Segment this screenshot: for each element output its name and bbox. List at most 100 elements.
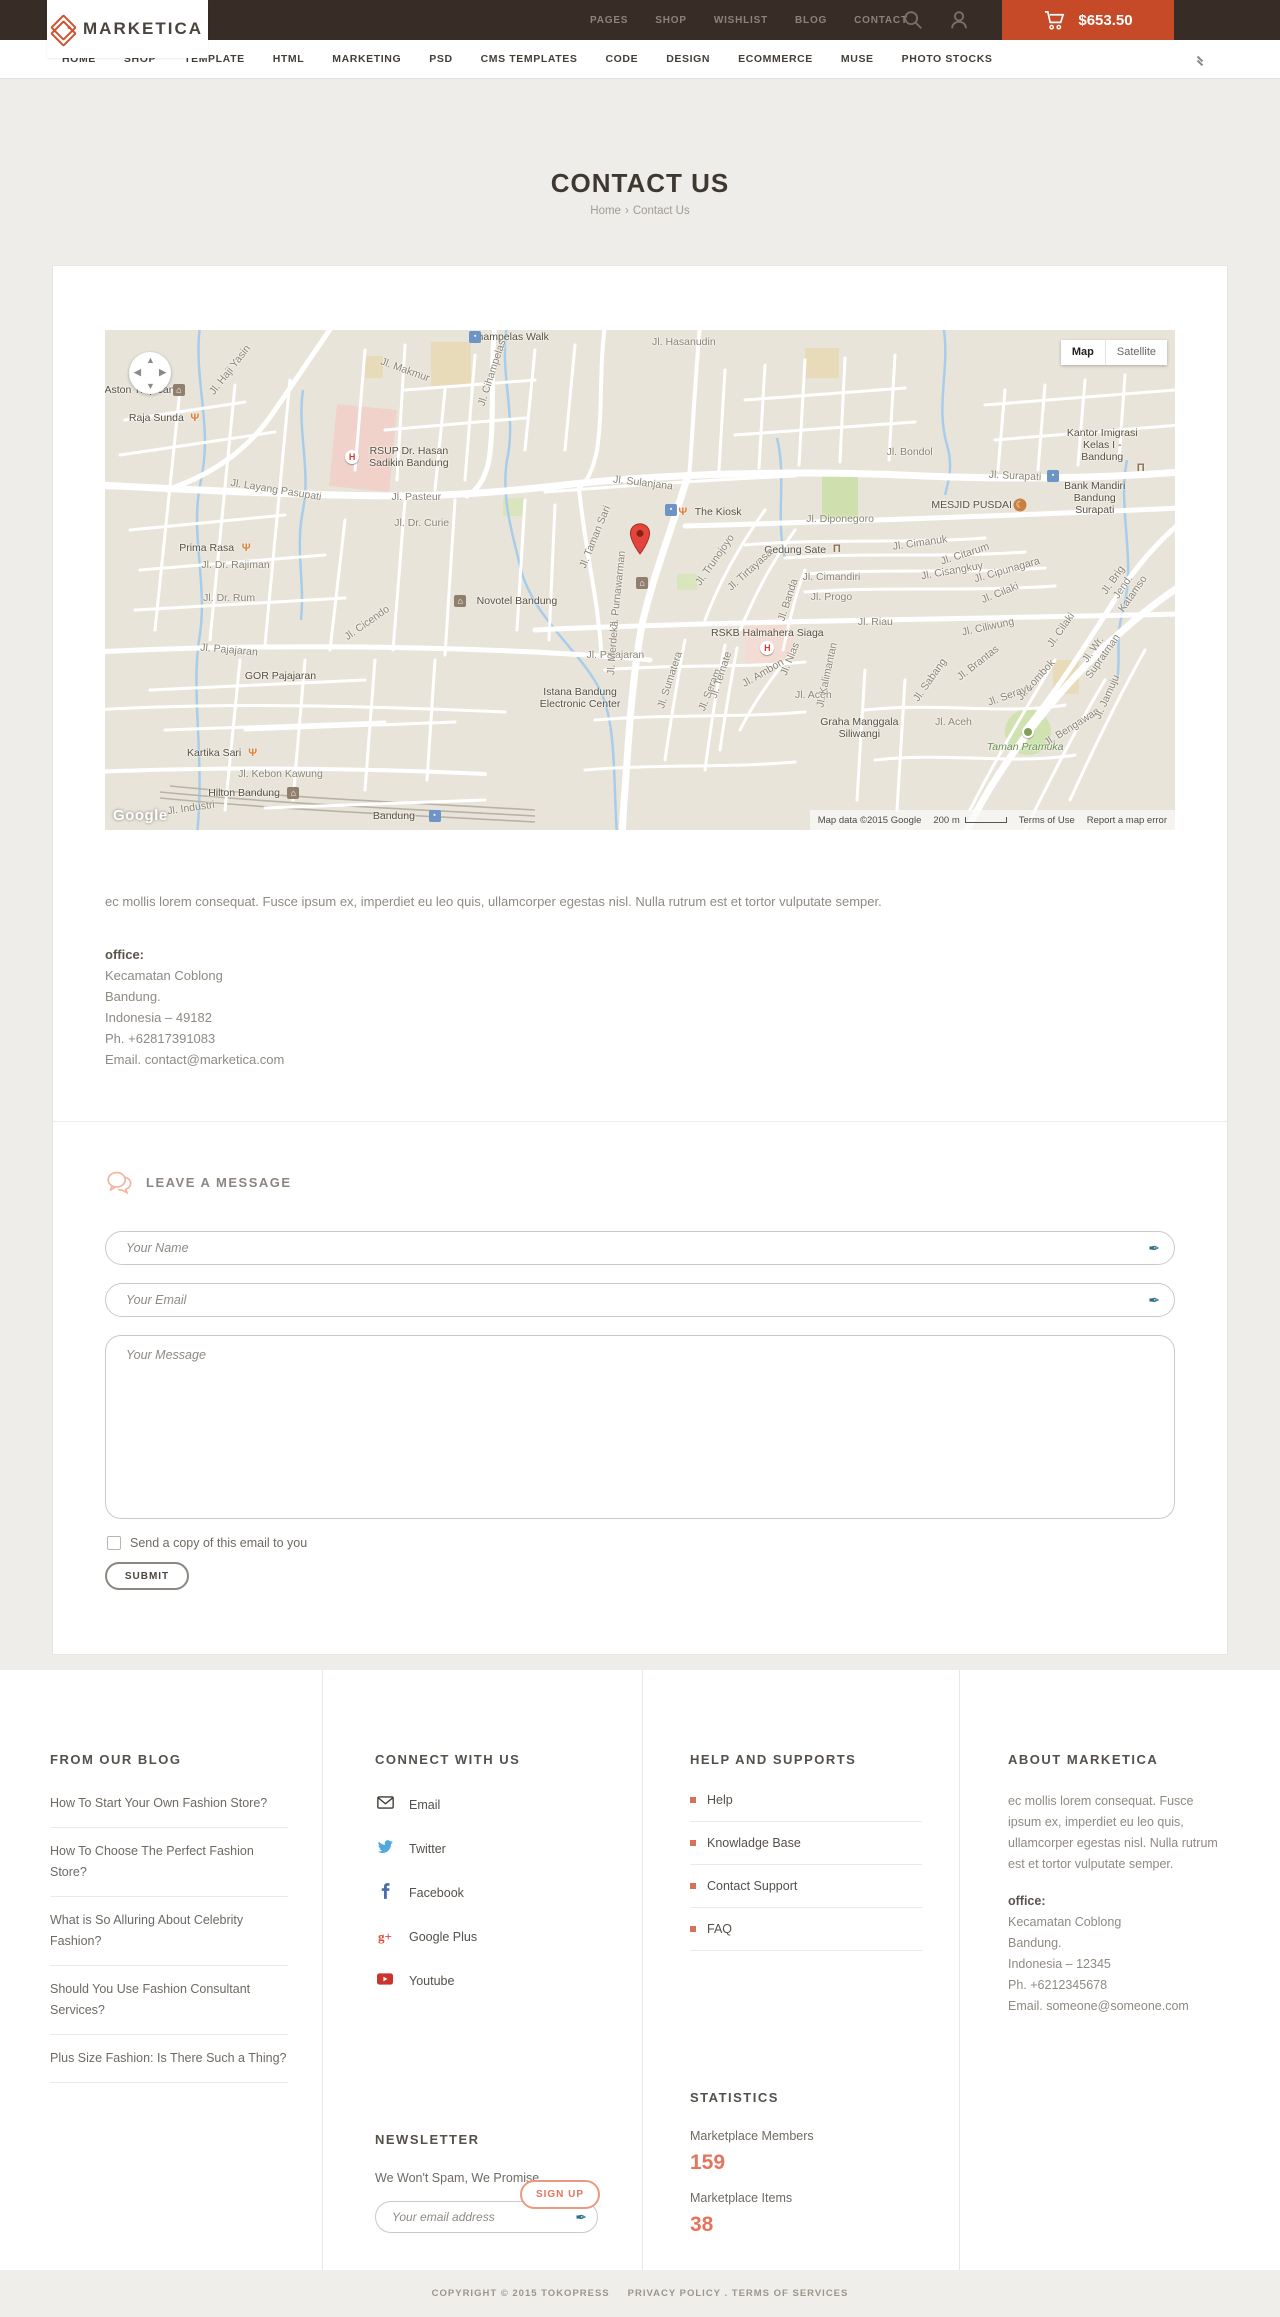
stat-label: Marketplace Members [690,2129,814,2143]
blog-post-link[interactable]: Should You Use Fashion Consultant Servic… [50,1966,288,2035]
office-line: Indonesia – 49182 [105,1010,212,1025]
pan-down-icon[interactable]: ▼ [146,381,155,391]
footer-link-terms-of-services[interactable]: TERMS OF SERVICES [732,2288,849,2299]
map-type-map-button[interactable]: Map [1060,340,1105,365]
email-input[interactable] [106,1284,1174,1316]
name-input[interactable] [106,1232,1174,1264]
category-nav-item-photo-stocks[interactable]: PHOTO STOCKS [902,53,993,65]
facebook-icon [375,1882,395,1904]
brand-tag-icon [50,14,77,47]
submit-button[interactable]: SUBMIT [105,1562,189,1590]
social-link-youtube[interactable]: Youtube [375,1967,600,1995]
category-nav-item-ecommerce[interactable]: ECOMMERCE [738,53,813,65]
category-nav-item-muse[interactable]: MUSE [841,53,874,65]
send-copy-checkbox[interactable] [107,1536,121,1550]
bullet-icon [690,1797,696,1803]
footer-links: PRIVACY POLICY . TERMS OF SERVICES [628,2288,849,2299]
lodging-icon: ⌂ [636,577,649,589]
map-scale: 200 m [933,815,1007,826]
user-account-icon[interactable] [948,9,970,31]
top-nav-item-blog[interactable]: BLOG [795,15,827,26]
help-heading: HELP AND SUPPORTS [690,1752,857,1767]
pan-up-icon[interactable]: ▲ [146,355,155,365]
social-link-email[interactable]: Email [375,1791,600,1819]
help-link-faq[interactable]: FAQ [690,1908,922,1951]
top-nav-item-contact[interactable]: CONTACT [854,15,908,26]
help-link-help[interactable]: Help [690,1791,922,1822]
report-map-error-link[interactable]: Report a map error [1087,815,1167,826]
breadcrumb-current: Contact Us [632,205,690,217]
stat-value: 38 [690,2213,714,2236]
hospital-icon: H [345,450,360,464]
cart-icon [1045,10,1065,30]
send-copy-label: Send a copy of this email to you [130,1536,308,1550]
pan-left-icon[interactable]: ◀ [134,367,141,378]
footer-link-privacy-policy[interactable]: PRIVACY POLICY [628,2288,721,2299]
signup-button[interactable]: SIGN UP [520,2180,600,2209]
transit-poi-icon: ▪ [428,810,441,822]
statistics-heading: STATISTICS [690,2090,779,2105]
transit-poi-icon: ▪ [1047,470,1060,482]
blog-post-link[interactable]: Plus Size Fashion: Is There Such a Thing… [50,2035,288,2083]
category-nav-item-cms-templates[interactable]: CMS TEMPLATES [481,53,578,65]
category-nav-item-marketing[interactable]: MARKETING [332,53,401,65]
bank-icon: Π [832,543,841,555]
blog-post-link[interactable]: How To Start Your Own Fashion Store? [50,1791,288,1828]
section-divider [53,1121,1227,1122]
pen-icon: ✒ [1148,1240,1160,1256]
breadcrumb-home[interactable]: Home [590,205,621,217]
help-link-knowladge-base[interactable]: Knowladge Base [690,1822,922,1865]
map-type-satellite-button[interactable]: Satellite [1104,340,1167,365]
about-office: office: Kecamatan Coblong Bandung. Indones… [1008,1891,1230,2017]
cart-total: $653.50 [1078,11,1133,29]
googleplus-icon: g+ [378,1929,392,1944]
footer: FROM OUR BLOG How To Start Your Own Fash… [0,1670,1280,2270]
top-nav-item-shop[interactable]: SHOP [655,15,687,26]
top-nav-item-wishlist[interactable]: WISHLIST [714,15,768,26]
office-line: Bandung. [105,989,161,1004]
restaurant-icon: Ψ [241,541,251,554]
restaurant-icon: Ψ [248,747,258,759]
google-map[interactable]: Champelas Walk Jl. Hasanudin Jl. Cihampela… [105,330,1175,830]
message-field-wrap [105,1335,1175,1519]
google-logo[interactable]: Google [113,807,168,824]
twitter-icon [375,1839,395,1859]
footer-about-column: ABOUT MARKETICA ec mollis lorem consequa… [1008,1752,1230,2017]
map-data-text: Map data ©2015 Google [817,814,922,826]
terms-of-use-link[interactable]: Terms of Use [1019,815,1075,826]
blog-heading: FROM OUR BLOG [50,1752,182,1767]
contact-card: Champelas Walk Jl. Hasanudin Jl. Cihampela… [52,265,1228,1655]
category-nav-item-design[interactable]: DESIGN [666,53,710,65]
transit-poi-icon: ▪ [469,331,482,343]
bullet-icon [690,1926,696,1932]
social-link-label: Youtube [409,1974,455,1988]
social-link-facebook[interactable]: Facebook [375,1879,600,1907]
search-icon[interactable] [902,9,924,31]
about-office-line: Indonesia – 12345 [1008,1957,1111,1971]
leave-message-header: LEAVE A MESSAGE [105,1171,292,1194]
breadcrumb: Home › Contact Us [590,205,690,217]
copyright-text: COPYRIGHT © 2015 TOKOPRESS [431,2288,610,2299]
location-pin-icon [629,522,651,556]
more-categories-chevron-icon[interactable] [1199,54,1208,63]
social-link-twitter[interactable]: Twitter [375,1835,600,1863]
category-nav-item-code[interactable]: CODE [605,53,638,65]
blog-post-link[interactable]: How To Choose The Perfect Fashion Store? [50,1828,288,1897]
restaurant-icon: Ψ [190,412,200,424]
top-nav-item-pages[interactable]: PAGES [590,15,628,26]
social-link-google-plus[interactable]: g+ Google Plus [375,1923,600,1951]
office-label: office: [1008,1894,1046,1908]
about-heading: ABOUT MARKETICA [1008,1752,1159,1767]
map-pan-control[interactable]: ▲ ▼ ◀ ▶ [129,352,171,394]
help-link-contact-support[interactable]: Contact Support [690,1865,922,1908]
pan-right-icon[interactable]: ▶ [159,367,166,378]
category-nav-item-psd[interactable]: PSD [429,53,452,65]
footer-divider [642,1670,643,2270]
hospital-icon: H [760,641,775,655]
blog-post-link[interactable]: What is So Alluring About Celebrity Fash… [50,1897,288,1966]
category-nav-item-html[interactable]: HTML [273,53,305,65]
message-input[interactable] [105,1335,1175,1519]
logo[interactable]: MARKETICA [47,0,208,58]
cart-button[interactable]: $653.50 [1002,0,1174,40]
name-field-wrap: ✒ [105,1231,1175,1265]
